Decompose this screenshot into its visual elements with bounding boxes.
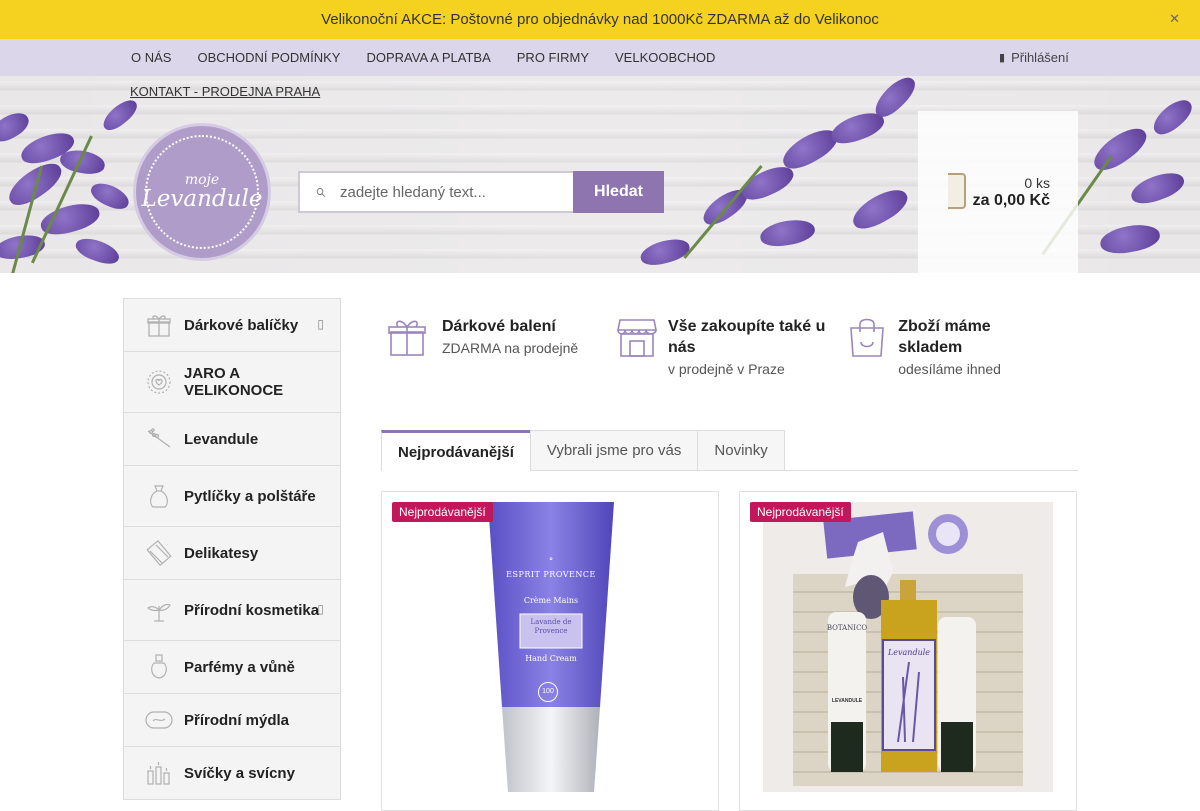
perfume-icon bbox=[144, 652, 174, 682]
sachet-icon bbox=[144, 481, 174, 511]
sidebar-item-label: Přírodní kosmetika bbox=[184, 601, 320, 619]
benefit-title: Dárkové balení bbox=[442, 318, 556, 335]
nav-item-velkoobchod[interactable]: VELKOOBCHOD bbox=[602, 50, 728, 65]
cart-count: 0 ks bbox=[1024, 175, 1050, 191]
benefit-subtitle: ZDARMA na prodejně bbox=[442, 340, 579, 356]
login-label: Přihlášení bbox=[1011, 50, 1069, 65]
close-icon[interactable]: ✕ bbox=[1169, 11, 1180, 27]
sidebar-item-label: Delikatesy bbox=[184, 544, 259, 562]
wreath-icon bbox=[144, 367, 174, 397]
sidebar-item-label: Přírodní mýdla bbox=[184, 711, 290, 729]
chevron-right-icon: ▯ bbox=[317, 317, 324, 331]
cart-widget[interactable]: 0 ks za 0,00 Kč bbox=[918, 111, 1078, 273]
leaf-icon bbox=[144, 595, 174, 625]
product-badge: Nejprodávanější bbox=[392, 502, 493, 522]
user-icon: ▮ bbox=[999, 52, 1006, 64]
sidebar-item-label: Pytlíčky a polštáře bbox=[184, 487, 316, 505]
product-card[interactable]: Nejprodávanější ✿ ESPRIT PROVENCE Crème … bbox=[381, 491, 719, 811]
site-logo[interactable]: moje Levandule bbox=[136, 126, 268, 258]
logo-dotted-ring bbox=[145, 135, 259, 249]
product-badge: Nejprodávanější bbox=[750, 502, 851, 522]
sidebar-item-pytlicky-a-polstare[interactable]: Pytlíčky a polštáře bbox=[124, 466, 340, 527]
product-label2: Levandule bbox=[887, 648, 931, 657]
sidebar-item-levandule[interactable]: Levandule bbox=[124, 413, 340, 466]
product-image[interactable]: ✿ ESPRIT PROVENCE Crème Mains Lavande de… bbox=[482, 502, 620, 792]
benefit-subtitle: v prodejně v Praze bbox=[668, 361, 785, 377]
sidebar-item-label: Svíčky a svícny bbox=[184, 764, 295, 782]
top-navigation: O NÁS OBCHODNÍ PODMÍNKY DOPRAVA A PLATBA… bbox=[0, 39, 1200, 76]
benefit-stock: Zboží máme skladem odesíláme ihned bbox=[846, 316, 1046, 377]
sidebar-item-prirodni-kosmetika[interactable]: Přírodní kosmetika ▯ bbox=[124, 580, 340, 641]
search-field: ⌕ bbox=[298, 171, 573, 213]
shopping-bag-icon bbox=[948, 173, 966, 209]
search-icon: ⌕ bbox=[314, 181, 326, 202]
soap-icon bbox=[144, 705, 174, 735]
nav-item-obchodni-podminky[interactable]: OBCHODNÍ PODMÍNKY bbox=[184, 50, 353, 65]
chevron-right-icon: ▯ bbox=[317, 602, 324, 616]
sidebar-item-darkove-balicky[interactable]: Dárkové balíčky ▯ bbox=[124, 299, 340, 352]
sidebar-item-label: Levandule bbox=[184, 430, 259, 448]
benefit-title: Vše zakoupíte také u nás bbox=[668, 318, 826, 356]
tab-vybrali-jsme-pro-vas[interactable]: Vybrali jsme pro vás bbox=[529, 430, 699, 470]
category-sidebar: Dárkové balíčky ▯ JARO A VELIKONOCE Leva… bbox=[123, 298, 341, 800]
product-line1: Crème Mains bbox=[523, 596, 579, 605]
product-brand: ESPRIT PROVENCE bbox=[506, 570, 596, 579]
tab-novinky[interactable]: Novinky bbox=[697, 430, 785, 470]
chocolate-icon bbox=[144, 538, 174, 568]
sidebar-item-jaro-a-velikonoce[interactable]: JARO A VELIKONOCE bbox=[124, 352, 340, 413]
product-tabs: Nejprodávanější Vybrali jsme pro vás Nov… bbox=[381, 430, 1078, 471]
sidebar-item-label: JARO A VELIKONOCE bbox=[184, 365, 284, 399]
gift-icon bbox=[386, 316, 432, 362]
product-volume: 100 bbox=[538, 682, 558, 702]
gift-icon bbox=[144, 310, 174, 340]
promo-bar: Velikonoční AKCE: Poštovné pro objednávk… bbox=[0, 0, 1200, 39]
nav-item-o-nas[interactable]: O NÁS bbox=[118, 50, 184, 65]
product-image[interactable]: BOTANICO Levandule LEVANDULE bbox=[763, 502, 1053, 792]
benefit-title: Zboží máme skladem bbox=[898, 318, 991, 356]
cart-total: za 0,00 Kč bbox=[972, 192, 1050, 209]
lavender-sprig-icon bbox=[144, 424, 174, 454]
product-line2: Lavande de Provence bbox=[530, 618, 572, 635]
benefit-store: Vše zakoupíte také u nás v prodejně v Pr… bbox=[616, 316, 831, 377]
candles-icon bbox=[144, 758, 174, 788]
promo-text: Velikonoční AKCE: Poštovné pro objednávk… bbox=[321, 11, 879, 28]
sidebar-item-svicky-a-svicny[interactable]: Svíčky a svícny bbox=[124, 747, 340, 799]
product-card[interactable]: Nejprodávanější BOTANICO Levandule LEVAN… bbox=[739, 491, 1077, 811]
sidebar-item-parfemy-a-vune[interactable]: Parfémy a vůně bbox=[124, 641, 340, 694]
login-link[interactable]: ▮ Přihlášení bbox=[999, 39, 1069, 76]
store-icon bbox=[616, 316, 658, 362]
benefit-gift-wrap: Dárkové balení ZDARMA na prodejně bbox=[386, 316, 596, 362]
sidebar-item-label: Parfémy a vůně bbox=[184, 658, 295, 676]
nav-item-kontakt[interactable]: KONTAKT - PRODEJNA PRAHA bbox=[130, 84, 320, 99]
sidebar-item-prirodni-mydla[interactable]: Přírodní mýdla bbox=[124, 694, 340, 747]
product-label1: BOTANICO bbox=[826, 624, 868, 632]
sidebar-item-label: Dárkové balíčky bbox=[184, 316, 299, 334]
nav-item-doprava-a-platba[interactable]: DOPRAVA A PLATBA bbox=[353, 50, 503, 65]
sidebar-item-delikatesy[interactable]: Delikatesy bbox=[124, 527, 340, 580]
product-label3: LEVANDULE bbox=[831, 698, 863, 704]
tab-nejprodavanejsi[interactable]: Nejprodávanější bbox=[381, 430, 531, 471]
header-banner: KONTAKT - PRODEJNA PRAHA moje Levandule … bbox=[0, 76, 1200, 273]
search-form: ⌕ Hledat bbox=[298, 171, 664, 213]
search-input[interactable] bbox=[340, 183, 565, 201]
product-line3: Hand Cream bbox=[525, 654, 577, 663]
nav-item-pro-firmy[interactable]: PRO FIRMY bbox=[504, 50, 602, 65]
search-button[interactable]: Hledat bbox=[573, 171, 664, 213]
shopping-bag-icon bbox=[846, 316, 888, 362]
benefit-subtitle: odesíláme ihned bbox=[898, 361, 1001, 377]
